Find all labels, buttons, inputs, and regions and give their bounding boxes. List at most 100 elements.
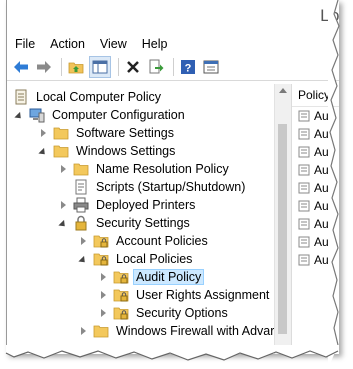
properties-button[interactable]: [201, 57, 221, 77]
tree-item-audit-policy[interactable]: Audit Policy: [97, 268, 205, 286]
forward-icon: [37, 61, 51, 73]
list-item-label: Au: [314, 127, 329, 141]
menu-bar: File Action View Help: [7, 34, 339, 54]
help-button[interactable]: ?: [178, 57, 198, 77]
list-item-label: Au: [314, 199, 329, 213]
tree-item-label: Local Computer Policy: [36, 90, 162, 104]
menu-action[interactable]: Action: [50, 37, 85, 51]
mmc-window: Loc File Action View Help ?: [6, 0, 339, 354]
script-icon: [73, 179, 89, 195]
tree-item-label: User Rights Assignment: [136, 288, 270, 302]
policy-icon: [298, 254, 310, 266]
show-hide-tree-button[interactable]: [89, 56, 111, 78]
expand-arrow-icon[interactable]: [57, 199, 69, 211]
properties-icon: [203, 60, 219, 74]
folder-icon: [53, 143, 69, 159]
list-item-label: Au: [314, 235, 329, 249]
menu-help[interactable]: Help: [142, 37, 168, 51]
tree-item-label: Account Policies: [116, 234, 208, 248]
folder-icon: [93, 323, 109, 339]
help-icon: ?: [181, 60, 195, 75]
folder-icon: [73, 161, 89, 177]
policy-icon: [298, 182, 310, 194]
show-tree-icon: [92, 60, 108, 74]
scroll-up-arrow-icon[interactable]: [279, 88, 287, 93]
locked-folder-icon: [93, 233, 109, 249]
tree-item-label: Local Policies: [116, 252, 193, 266]
torn-edge-right: [328, 0, 340, 369]
folder-icon: [53, 125, 69, 141]
expand-arrow-icon[interactable]: [37, 145, 49, 157]
list-item-label: Au: [314, 217, 329, 231]
expand-arrow-icon[interactable]: [77, 253, 89, 265]
expand-arrow-icon[interactable]: [57, 163, 69, 175]
policy-icon: [298, 218, 310, 230]
tree-item-software-settings[interactable]: Software Settings: [37, 124, 177, 142]
tree-item-name-resolution-policy[interactable]: Name Resolution Policy: [57, 160, 232, 178]
back-icon: [14, 61, 28, 73]
tree-item-computer-configuration[interactable]: Computer Configuration: [13, 106, 188, 124]
tree-item-label: Windows Firewall with Advar: [116, 324, 274, 338]
list-item-label: Au: [314, 145, 329, 159]
policy-icon: [298, 236, 310, 248]
export-icon: [149, 59, 164, 74]
toolbar: ?: [7, 54, 339, 81]
locked-folder-icon: [113, 269, 129, 285]
security-lock-icon: [73, 215, 89, 231]
expand-arrow-icon[interactable]: [13, 109, 25, 121]
expand-arrow-icon[interactable]: [57, 217, 69, 229]
forward-button[interactable]: [34, 57, 54, 77]
policy-icon: [298, 128, 310, 140]
tree-item-label: Security Settings: [96, 216, 190, 230]
tree-item-local-computer-policy[interactable]: Local Computer Policy: [13, 88, 164, 106]
tree-item-label: Scripts (Startup/Shutdown): [96, 180, 246, 194]
tree-item-label: Security Options: [136, 306, 228, 320]
tree-item-windows-firewall[interactable]: Windows Firewall with Advar: [77, 322, 274, 340]
list-item-label: Au: [314, 253, 329, 267]
policy-icon: [298, 164, 310, 176]
tree-item-security-settings[interactable]: Security Settings: [57, 214, 193, 232]
tree-item-label: Audit Policy: [133, 269, 205, 285]
tree-item-label: Software Settings: [76, 126, 174, 140]
up-one-level-button[interactable]: [66, 57, 86, 77]
policy-icon: [298, 110, 310, 122]
console-tree: Local Computer Policy Computer Configura…: [7, 84, 274, 354]
tree-scrollbar[interactable]: [274, 84, 291, 354]
toolbar-separator: [61, 58, 62, 76]
list-item-label: Au: [314, 163, 329, 177]
tree-item-windows-settings[interactable]: Windows Settings: [37, 142, 178, 160]
tree-item-security-options[interactable]: Security Options: [97, 304, 231, 322]
printer-icon: [73, 197, 89, 213]
expand-arrow-icon[interactable]: [97, 307, 109, 319]
toolbar-separator: [173, 58, 174, 76]
torn-edge-bottom: [5, 345, 339, 361]
back-button[interactable]: [11, 57, 31, 77]
tree-item-user-rights-assignment[interactable]: User Rights Assignment: [97, 286, 272, 304]
scrollbar-thumb[interactable]: [278, 124, 287, 334]
arrow-spacer: [57, 181, 69, 193]
locked-folder-icon: [93, 251, 109, 267]
toolbar-separator: [118, 58, 119, 76]
tree-item-account-policies[interactable]: Account Policies: [77, 232, 211, 250]
policy-icon: [298, 146, 310, 158]
delete-icon: [127, 61, 139, 73]
expand-arrow-icon[interactable]: [97, 289, 109, 301]
computer-icon: [29, 107, 45, 123]
expand-arrow-icon[interactable]: [97, 271, 109, 283]
title-bar: Loc: [7, 0, 339, 34]
up-folder-icon: [68, 62, 84, 74]
policy-document-icon: [13, 89, 29, 105]
expand-arrow-icon[interactable]: [77, 235, 89, 247]
expand-arrow-icon[interactable]: [37, 127, 49, 139]
tree-item-local-policies[interactable]: Local Policies: [77, 250, 195, 268]
menu-view[interactable]: View: [100, 37, 127, 51]
tree-item-scripts[interactable]: Scripts (Startup/Shutdown): [57, 178, 248, 196]
list-item-label: Au: [314, 181, 329, 195]
tree-item-label: Computer Configuration: [52, 108, 185, 122]
tree-item-deployed-printers[interactable]: Deployed Printers: [57, 196, 198, 214]
menu-file[interactable]: File: [15, 37, 35, 51]
console-body: Local Computer Policy Computer Configura…: [7, 84, 339, 354]
export-list-button[interactable]: [146, 57, 166, 77]
expand-arrow-icon[interactable]: [77, 325, 89, 337]
delete-button[interactable]: [123, 57, 143, 77]
